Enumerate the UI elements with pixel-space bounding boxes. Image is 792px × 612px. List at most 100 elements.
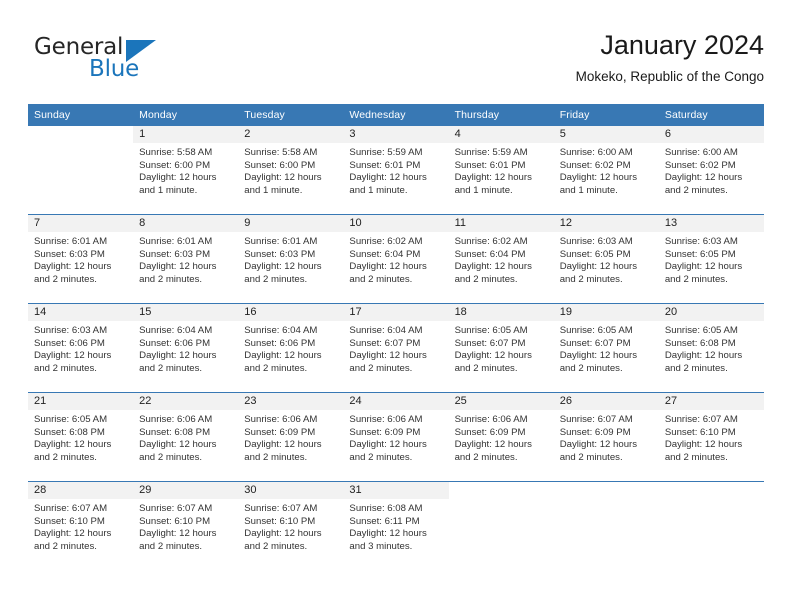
weekday-header-row: Sunday Monday Tuesday Wednesday Thursday Frid… xyxy=(28,104,764,126)
day-sun-info: Sunrise: 6:05 AM Sunset: 6:08 PM Daylight:… xyxy=(659,321,764,375)
day-cell-empty xyxy=(659,482,764,570)
day-info-line: and 2 minutes. xyxy=(139,451,203,463)
day-cell-empty xyxy=(28,126,133,214)
day-number: 21 xyxy=(28,393,134,410)
day-info-line: and 2 minutes. xyxy=(139,273,203,285)
day-cell-29[interactable]: 29 Sunrise: 6:07 AM Sunset: 6:10 PM Dayligh… xyxy=(133,482,239,570)
day-cell-25[interactable]: 25 Sunrise: 6:06 AM Sunset: 6:09 PM Dayligh… xyxy=(448,393,554,481)
day-cell-8[interactable]: 8 Sunrise: 6:01 AM Sunset: 6:03 PM Daylight… xyxy=(133,215,239,303)
day-cell-6[interactable]: 6 Sunrise: 6:00 AM Sunset: 6:02 PM Daylight… xyxy=(658,126,764,214)
day-number: 10 xyxy=(343,215,449,232)
day-info-line: Sunrise: 6:06 AM xyxy=(139,414,213,425)
day-sun-info xyxy=(28,143,133,147)
day-sun-info: Sunrise: 6:07 AM Sunset: 6:10 PM Daylight:… xyxy=(238,499,343,553)
day-cell-16[interactable]: 16 Sunrise: 6:04 AM Sunset: 6:06 PM Dayligh… xyxy=(238,304,344,392)
page-title: January 2024 xyxy=(600,30,764,60)
day-info-line: Sunset: 6:06 PM xyxy=(244,337,316,349)
day-cell-9[interactable]: 9 Sunrise: 6:01 AM Sunset: 6:03 PM Daylight… xyxy=(238,215,344,303)
calendar-day-cell: 25 Sunrise: 6:06 AM Sunset: 6:09 PM Dayligh… xyxy=(448,392,554,482)
day-info-line: and 1 minute. xyxy=(139,184,198,196)
day-cell-15[interactable]: 15 Sunrise: 6:04 AM Sunset: 6:06 PM Dayligh… xyxy=(133,304,239,392)
day-cell-26[interactable]: 26 Sunrise: 6:07 AM Sunset: 6:09 PM Dayligh… xyxy=(553,393,659,481)
day-cell-1[interactable]: 1 Sunrise: 5:58 AM Sunset: 6:00 PM Daylight… xyxy=(133,126,239,214)
day-info-line: Sunrise: 6:07 AM xyxy=(139,503,213,514)
day-info-line: Sunrise: 6:03 AM xyxy=(559,236,633,247)
day-cell-11[interactable]: 11 Sunrise: 6:02 AM Sunset: 6:04 PM Dayligh… xyxy=(448,215,554,303)
day-info-line: and 2 minutes. xyxy=(454,273,518,285)
calendar-week-row: 21 Sunrise: 6:05 AM Sunset: 6:08 PM Dayligh… xyxy=(28,392,764,482)
day-info-line: Sunset: 6:10 PM xyxy=(34,515,105,527)
day-sun-info: Sunrise: 6:04 AM Sunset: 6:06 PM Daylight:… xyxy=(133,321,238,375)
day-info-line: Sunrise: 6:01 AM xyxy=(139,236,213,247)
day-info-line: Sunset: 6:09 PM xyxy=(559,426,631,438)
general-blue-logo[interactable]: General Blue xyxy=(28,34,218,90)
calendar-day-cell: 23 Sunrise: 6:06 AM Sunset: 6:09 PM Dayligh… xyxy=(238,392,344,482)
day-info-line: and 2 minutes. xyxy=(244,362,308,374)
day-info-line: and 3 minutes. xyxy=(349,540,413,552)
day-cell-2[interactable]: 2 Sunrise: 5:58 AM Sunset: 6:00 PM Daylight… xyxy=(238,126,344,214)
day-info-line: Daylight: 12 hours xyxy=(664,439,743,451)
day-sun-info: Sunrise: 6:03 AM Sunset: 6:05 PM Daylight:… xyxy=(659,232,764,286)
calendar-grid: Sunday Monday Tuesday Wednesday Thursday Frid… xyxy=(28,104,764,570)
day-cell-24[interactable]: 24 Sunrise: 6:06 AM Sunset: 6:09 PM Dayligh… xyxy=(343,393,449,481)
day-cell-27[interactable]: 27 Sunrise: 6:07 AM Sunset: 6:10 PM Dayligh… xyxy=(658,393,764,481)
day-info-line: Daylight: 12 hours xyxy=(244,261,322,273)
day-info-line: Sunrise: 5:59 AM xyxy=(349,147,423,158)
day-sun-info: Sunrise: 6:05 AM Sunset: 6:07 PM Daylight:… xyxy=(449,321,554,375)
day-cell-30[interactable]: 30 Sunrise: 6:07 AM Sunset: 6:10 PM Dayligh… xyxy=(238,482,344,570)
day-info-line: Sunset: 6:09 PM xyxy=(454,426,526,438)
day-cell-19[interactable]: 19 Sunrise: 6:05 AM Sunset: 6:07 PM Dayligh… xyxy=(553,304,659,392)
day-number: 6 xyxy=(658,126,764,143)
calendar-day-cell: 29 Sunrise: 6:07 AM Sunset: 6:10 PM Dayligh… xyxy=(133,481,239,570)
calendar-body: 1 Sunrise: 5:58 AM Sunset: 6:00 PM Daylight… xyxy=(28,126,764,570)
day-cell-12[interactable]: 12 Sunrise: 6:03 AM Sunset: 6:05 PM Dayligh… xyxy=(553,215,659,303)
day-sun-info: Sunrise: 6:07 AM Sunset: 6:10 PM Daylight:… xyxy=(133,499,238,553)
calendar-day-cell xyxy=(28,126,133,215)
day-info-line: Daylight: 12 hours xyxy=(349,439,427,451)
day-info-line: Daylight: 12 hours xyxy=(244,172,322,184)
day-sun-info: Sunrise: 6:04 AM Sunset: 6:06 PM Daylight:… xyxy=(238,321,343,375)
calendar-week-row: 28 Sunrise: 6:07 AM Sunset: 6:10 PM Dayligh… xyxy=(28,481,764,570)
day-info-line: Sunset: 6:02 PM xyxy=(559,159,631,171)
day-number: 15 xyxy=(133,304,239,321)
day-info-line: Sunrise: 6:07 AM xyxy=(664,414,738,425)
day-cell-4[interactable]: 4 Sunrise: 5:59 AM Sunset: 6:01 PM Daylight… xyxy=(448,126,554,214)
day-cell-18[interactable]: 18 Sunrise: 6:05 AM Sunset: 6:07 PM Dayligh… xyxy=(448,304,554,392)
day-info-line: Daylight: 12 hours xyxy=(139,528,217,540)
day-cell-22[interactable]: 22 Sunrise: 6:06 AM Sunset: 6:08 PM Dayligh… xyxy=(133,393,239,481)
day-cell-17[interactable]: 17 Sunrise: 6:04 AM Sunset: 6:07 PM Dayligh… xyxy=(343,304,449,392)
day-info-line: Sunset: 6:10 PM xyxy=(664,426,736,438)
day-info-line: Daylight: 12 hours xyxy=(559,172,638,184)
day-sun-info: Sunrise: 6:01 AM Sunset: 6:03 PM Daylight:… xyxy=(28,232,133,286)
calendar-day-cell: 2 Sunrise: 5:58 AM Sunset: 6:00 PM Daylight… xyxy=(238,126,344,215)
calendar-day-cell: 18 Sunrise: 6:05 AM Sunset: 6:07 PM Dayligh… xyxy=(448,303,554,393)
calendar-day-cell: 19 Sunrise: 6:05 AM Sunset: 6:07 PM Dayligh… xyxy=(553,303,659,393)
weekday-header-friday: Friday xyxy=(553,104,659,126)
day-cell-28[interactable]: 28 Sunrise: 6:07 AM Sunset: 6:10 PM Dayligh… xyxy=(28,482,134,570)
calendar-day-cell: 4 Sunrise: 5:59 AM Sunset: 6:01 PM Daylight… xyxy=(448,126,554,215)
day-number: 27 xyxy=(658,393,764,410)
day-cell-20[interactable]: 20 Sunrise: 6:05 AM Sunset: 6:08 PM Dayligh… xyxy=(658,304,764,392)
day-cell-21[interactable]: 21 Sunrise: 6:05 AM Sunset: 6:08 PM Dayligh… xyxy=(28,393,134,481)
day-cell-23[interactable]: 23 Sunrise: 6:06 AM Sunset: 6:09 PM Dayligh… xyxy=(238,393,344,481)
day-cell-7[interactable]: 7 Sunrise: 6:01 AM Sunset: 6:03 PM Daylight… xyxy=(28,215,134,303)
day-info-line: and 2 minutes. xyxy=(139,540,203,552)
day-cell-13[interactable]: 13 Sunrise: 6:03 AM Sunset: 6:05 PM Dayligh… xyxy=(658,215,764,303)
day-cell-5[interactable]: 5 Sunrise: 6:00 AM Sunset: 6:02 PM Daylight… xyxy=(553,126,659,214)
day-cell-14[interactable]: 14 Sunrise: 6:03 AM Sunset: 6:06 PM Dayligh… xyxy=(28,304,134,392)
day-info-line: and 2 minutes. xyxy=(244,451,308,463)
day-info-line: Sunrise: 6:07 AM xyxy=(244,503,318,514)
day-cell-31[interactable]: 31 Sunrise: 6:08 AM Sunset: 6:11 PM Dayligh… xyxy=(343,482,449,570)
day-info-line: and 1 minute. xyxy=(349,184,408,196)
day-info-line: Sunrise: 6:07 AM xyxy=(34,503,108,514)
day-info-line: Sunrise: 6:04 AM xyxy=(244,325,318,336)
day-sun-info: Sunrise: 6:01 AM Sunset: 6:03 PM Daylight:… xyxy=(238,232,343,286)
logo-text-blue: Blue xyxy=(89,56,140,82)
day-info-line: Sunset: 6:11 PM xyxy=(349,515,420,527)
day-sun-info: Sunrise: 5:58 AM Sunset: 6:00 PM Daylight:… xyxy=(133,143,238,197)
day-info-line: Sunset: 6:07 PM xyxy=(559,337,631,349)
day-number: 12 xyxy=(553,215,659,232)
day-cell-10[interactable]: 10 Sunrise: 6:02 AM Sunset: 6:04 PM Dayligh… xyxy=(343,215,449,303)
day-cell-3[interactable]: 3 Sunrise: 5:59 AM Sunset: 6:01 PM Daylight… xyxy=(343,126,449,214)
weekday-header-monday: Monday xyxy=(133,104,239,126)
